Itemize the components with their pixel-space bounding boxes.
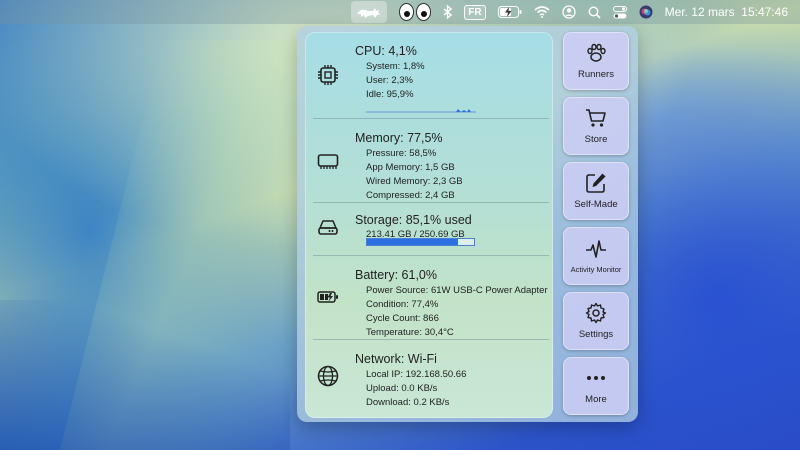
runners-label: Runners bbox=[578, 69, 614, 80]
more-button[interactable]: More bbox=[563, 357, 629, 415]
storage-section[interactable]: Storage: 85,1% used 213.41 GB / 250.69 G… bbox=[305, 203, 553, 254]
memory-icon bbox=[317, 154, 339, 169]
globe-icon bbox=[317, 365, 339, 387]
memory-title: Memory: 77,5% bbox=[355, 131, 443, 145]
store-button[interactable]: Store bbox=[563, 97, 629, 155]
user-icon[interactable] bbox=[561, 0, 576, 24]
menubar-clock[interactable]: Mer. 12 mars 15:47:46 bbox=[665, 0, 788, 24]
network-section[interactable]: Network: Wi-Fi Local IP: 192.168.50.66 U… bbox=[305, 340, 553, 418]
datetime-label: Mer. 12 mars 15:47:46 bbox=[664, 5, 788, 19]
cat-app-icon[interactable] bbox=[351, 1, 388, 23]
cpu-title: CPU: 4,1% bbox=[355, 44, 417, 58]
battery-section[interactable]: Battery: 61,0% Power Source: 61W USB-C P… bbox=[305, 256, 553, 338]
battery-icon[interactable] bbox=[497, 0, 522, 24]
activity-pulse-icon bbox=[586, 240, 606, 258]
ellipsis-icon bbox=[587, 376, 605, 380]
gear-icon bbox=[585, 302, 607, 324]
self-made-button[interactable]: Self-Made bbox=[563, 162, 629, 220]
system-stats-popover: CPU: 4,1% System: 1,8% User: 2,3% Idle: … bbox=[297, 26, 638, 422]
network-title: Network: Wi-Fi bbox=[355, 352, 437, 366]
battery-cycle-count: Cycle Count: 866 bbox=[366, 313, 439, 324]
memory-section[interactable]: Memory: 77,5% Pressure: 58,5% App Memory… bbox=[305, 119, 553, 202]
memory-compressed: Compressed: 2,4 GB bbox=[366, 190, 455, 201]
network-upload: Upload: 0.0 KB/s bbox=[366, 383, 438, 394]
cpu-section[interactable]: CPU: 4,1% System: 1,8% User: 2,3% Idle: … bbox=[305, 32, 553, 118]
bluetooth-icon[interactable] bbox=[443, 0, 453, 24]
input-source-label: FR bbox=[464, 4, 486, 20]
wallpaper-shadow bbox=[0, 300, 290, 450]
edit-icon bbox=[586, 173, 606, 193]
runners-button[interactable]: Runners bbox=[563, 32, 629, 90]
settings-label: Settings bbox=[578, 329, 614, 340]
paw-icon bbox=[587, 43, 606, 62]
network-download: Download: 0.2 KB/s bbox=[366, 397, 450, 408]
right-eye-icon bbox=[416, 3, 432, 21]
memory-pressure: Pressure: 58,5% bbox=[366, 148, 437, 159]
cpu-chip-icon bbox=[318, 65, 338, 85]
battery-power-source: Power Source: 61W USB-C Power Adapter bbox=[366, 285, 548, 296]
search-icon[interactable] bbox=[588, 0, 601, 24]
menu-bar: FR Mer. 12 mars 15:47:46 bbox=[0, 0, 800, 24]
wifi-icon[interactable] bbox=[534, 0, 550, 24]
store-label: Store bbox=[584, 134, 608, 145]
activity-monitor-label: Activity Monitor bbox=[570, 265, 622, 274]
activity-monitor-button[interactable]: Activity Monitor bbox=[563, 227, 629, 285]
battery-temperature: Temperature: 30,4°C bbox=[366, 327, 454, 338]
cpu-user: User: 2,3% bbox=[366, 75, 413, 86]
battery-charging-icon bbox=[317, 291, 338, 303]
left-eye-icon bbox=[399, 3, 415, 21]
stats-panel: CPU: 4,1% System: 1,8% User: 2,3% Idle: … bbox=[305, 32, 553, 418]
battery-title: Battery: 61,0% bbox=[355, 268, 437, 282]
storage-progress-bar bbox=[366, 238, 475, 246]
settings-button[interactable]: Settings bbox=[563, 292, 629, 350]
cpu-usage-graph bbox=[366, 109, 476, 113]
self-made-label: Self-Made bbox=[574, 199, 618, 210]
input-source-icon[interactable]: FR bbox=[464, 0, 486, 24]
battery-condition: Condition: 77,4% bbox=[366, 299, 439, 310]
control-center-icon[interactable] bbox=[612, 0, 627, 24]
eyes-icon[interactable] bbox=[399, 0, 432, 24]
cpu-idle: Idle: 95,9% bbox=[366, 89, 414, 100]
disk-icon bbox=[318, 220, 338, 235]
memory-app: App Memory: 1,5 GB bbox=[366, 162, 455, 173]
more-label: More bbox=[585, 394, 607, 405]
cpu-system: System: 1,8% bbox=[366, 61, 425, 72]
storage-progress-fill bbox=[367, 239, 459, 245]
siri-icon[interactable] bbox=[639, 0, 653, 24]
cart-icon bbox=[586, 109, 606, 127]
network-local-ip: Local IP: 192.168.50.66 bbox=[366, 369, 467, 380]
memory-wired: Wired Memory: 2,3 GB bbox=[366, 176, 463, 187]
storage-title: Storage: 85,1% used bbox=[355, 213, 472, 227]
